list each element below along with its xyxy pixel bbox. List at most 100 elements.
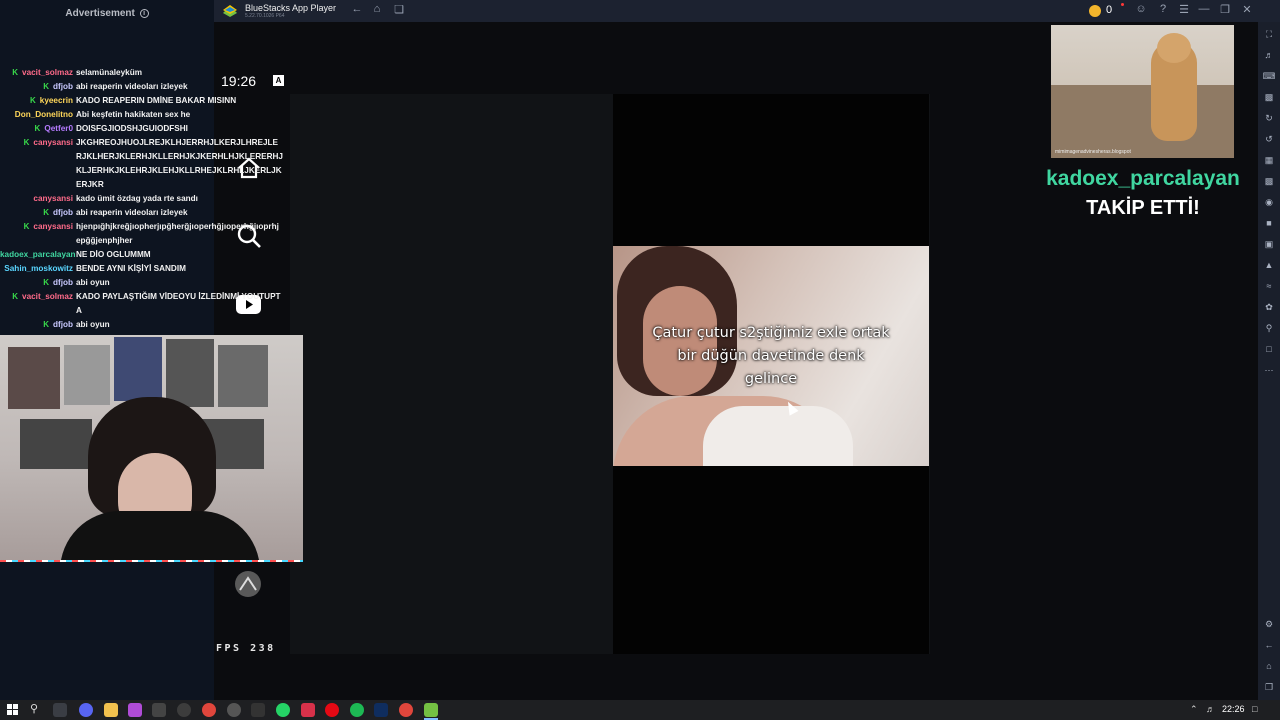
app-icon[interactable]: [227, 703, 241, 717]
settings-icon[interactable]: ⚙: [1262, 618, 1276, 630]
chat-username[interactable]: vacit_solmaz: [22, 68, 73, 77]
install-apk-icon[interactable]: ▲: [1262, 259, 1276, 271]
chat-username[interactable]: canysansi: [33, 194, 73, 203]
chat-text: JKGHREOJHUOJLREJKLHJERRHJLKERJLHREJLERJK…: [76, 138, 283, 189]
chat-message: Kcanysansi hjenpığhjkreğjıopherjıpğherğjı…: [0, 220, 290, 248]
recent-apps-icon[interactable]: ❏: [391, 3, 407, 16]
chat-author: Kkyeecrin: [0, 94, 76, 108]
performance-icon[interactable]: ▩: [1262, 175, 1276, 187]
coin-icon[interactable]: [1089, 5, 1101, 17]
caption-line: bir düğün davetinde denk: [677, 348, 865, 364]
gamepad-icon[interactable]: ▩: [1262, 91, 1276, 103]
taskbar-clock[interactable]: 22:26: [1222, 704, 1245, 714]
home-icon[interactable]: ⌂: [369, 3, 385, 15]
app-icon[interactable]: [152, 703, 166, 717]
sync-icon[interactable]: ↺: [1262, 133, 1276, 145]
task-view-icon[interactable]: [53, 703, 67, 717]
restore-icon[interactable]: ❐: [1217, 3, 1233, 16]
location-icon[interactable]: ⚲: [1262, 322, 1276, 334]
menu-icon[interactable]: ☰: [1176, 3, 1192, 16]
chat-message: Kdfjob abi reaperin videoları izleyek: [0, 80, 290, 94]
volume-icon[interactable]: ♬: [1262, 49, 1276, 61]
keyboard-icon[interactable]: ⌨: [1262, 70, 1276, 82]
chat-text: abi reaperin videoları izleyek: [76, 82, 188, 91]
account-icon[interactable]: ☺: [1133, 3, 1149, 15]
chat-username[interactable]: kyeecrin: [40, 96, 73, 105]
more-tools-icon[interactable]: ⋯: [1262, 364, 1276, 376]
sidebar-back-icon[interactable]: ←: [1262, 639, 1276, 651]
chat-username[interactable]: canysansi: [33, 222, 73, 231]
photoshop-icon[interactable]: [374, 703, 388, 717]
spotify-icon[interactable]: [350, 703, 364, 717]
sidebar-home-icon[interactable]: ⌂: [1262, 660, 1276, 672]
screenshot-icon[interactable]: ◉: [1262, 196, 1276, 208]
chrome-icon[interactable]: [399, 703, 413, 717]
chat-message: Kcanysansi JKGHREOJHUOJLREJKLHJERRHJLKERJ…: [0, 136, 290, 192]
eco-mode-icon[interactable]: ✿: [1262, 301, 1276, 313]
whatsapp-icon[interactable]: [276, 703, 290, 717]
app-icon[interactable]: [325, 703, 339, 717]
file-explorer-icon[interactable]: [104, 703, 118, 717]
chat-username[interactable]: dfjob: [53, 320, 73, 329]
info-icon[interactable]: i: [139, 9, 149, 18]
speaker-icon[interactable]: ♬: [1206, 704, 1215, 714]
chat-username[interactable]: vacit_solmaz: [22, 292, 73, 301]
chat-username[interactable]: kadoex_parcalayan: [0, 250, 76, 259]
chat-message: Kvacit_solmaz selamünaleyküm: [0, 66, 290, 80]
chat-author: Kcanysansi: [0, 220, 76, 248]
back-arrow-icon[interactable]: ←: [349, 3, 365, 15]
chat-text: selamünaleyküm: [76, 68, 142, 77]
kick-badge-icon: K: [43, 320, 49, 329]
chat-username[interactable]: Don_Donelitno: [15, 110, 73, 119]
emulator-titlebar: BlueStacks App Player 5.22.70.1026 P64 ←…: [214, 0, 1280, 22]
chat-username[interactable]: dfjob: [53, 208, 73, 217]
tray-chevron-icon[interactable]: ⌃: [1190, 704, 1198, 715]
advertisement-label: Advertisement i: [0, 8, 214, 19]
profile-avatar-icon[interactable]: [234, 570, 262, 598]
discord-icon[interactable]: [79, 703, 93, 717]
help-icon[interactable]: ?: [1155, 3, 1171, 15]
chat-username[interactable]: Qetfer0: [44, 124, 73, 133]
kick-badge-icon: K: [23, 138, 30, 147]
kick-badge-icon: K: [43, 208, 49, 217]
close-icon[interactable]: ✕: [1239, 3, 1255, 16]
bluestacks-taskbar-icon[interactable]: [424, 703, 438, 717]
multi-instance-icon[interactable]: □: [1262, 343, 1276, 355]
chat-message: Kdfjob abi oyun: [0, 318, 290, 332]
macro-icon[interactable]: ▦: [1262, 154, 1276, 166]
taskbar-search-icon[interactable]: ⚲: [30, 702, 38, 715]
chat-username[interactable]: Sahin_moskowitz: [4, 264, 73, 273]
rotate-icon[interactable]: ↻: [1262, 112, 1276, 124]
app-icon[interactable]: [128, 703, 142, 717]
follow-alert-action: TAKİP ETTİ!: [1086, 197, 1200, 219]
sofa: [1051, 85, 1234, 158]
shake-icon[interactable]: ≈: [1262, 280, 1276, 292]
chat-author: kadoex_parcalayan: [0, 248, 76, 262]
chat-message: canysansi kado ümit özdag yada rte sandı: [0, 192, 290, 206]
chat-username[interactable]: canysansi: [33, 138, 73, 147]
chat-username[interactable]: dfjob: [53, 278, 73, 287]
fullscreen-icon[interactable]: ⛶: [1262, 28, 1276, 40]
media-icon[interactable]: ▣: [1262, 238, 1276, 250]
chat-message: Kdfjob abi reaperin videoları izleyek: [0, 206, 290, 220]
windows-start-icon[interactable]: [7, 704, 18, 715]
chat-author: canysansi: [0, 192, 76, 206]
emulator-sidebar: ⛶ ♬ ⌨ ▩ ↻ ↺ ▦ ▩ ◉ ■ ▣ ▲ ≈ ✿ ⚲ □ ⋯ ⚙ ← ⌂ …: [1258, 22, 1280, 700]
chat-author: Kdfjob: [0, 206, 76, 220]
chrome-icon[interactable]: [202, 703, 216, 717]
chat-message: Sahin_moskowitz BENDE AYNI KİŞİYİ SANDIM: [0, 262, 290, 276]
chat-message: Kkyeecrin KADO REAPERIN DMİNE BAKAR MISIN…: [0, 94, 290, 108]
record-icon[interactable]: ■: [1262, 217, 1276, 229]
cat-head: [1157, 33, 1191, 63]
notifications-icon[interactable]: □: [1252, 704, 1257, 714]
chat-text: KADO REAPERIN DMİNE BAKAR MISINN: [76, 96, 237, 105]
minimize-icon[interactable]: —: [1196, 3, 1212, 15]
obs-icon[interactable]: [177, 703, 191, 717]
sidebar-recents-icon[interactable]: ❐: [1262, 681, 1276, 693]
app-version: 5.22.70.1026 P64: [245, 13, 285, 19]
app-icon[interactable]: [251, 703, 265, 717]
wall-poster: [64, 345, 110, 405]
app-icon[interactable]: [301, 703, 315, 717]
chat-username[interactable]: dfjob: [53, 82, 73, 91]
windows-taskbar: ⚲ ⌃ ♬ 22:26 □: [0, 700, 1280, 720]
